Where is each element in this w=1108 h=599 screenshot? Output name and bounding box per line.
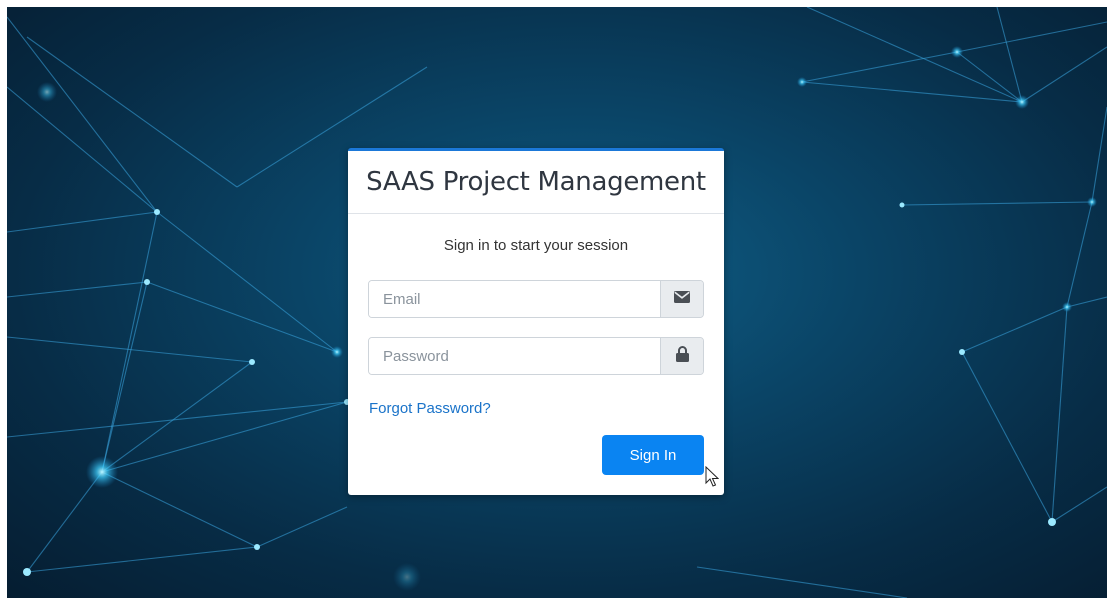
password-addon [660, 338, 703, 374]
app-title: SAAS Project Management [366, 167, 706, 197]
sign-in-button[interactable]: Sign In [602, 435, 704, 475]
email-input[interactable] [369, 281, 660, 317]
lock-icon [675, 345, 689, 367]
mouse-cursor-icon [705, 465, 720, 493]
login-card: SAAS Project Management Sign in to start… [348, 148, 724, 495]
email-addon [660, 281, 703, 317]
envelope-icon [674, 290, 690, 308]
login-card-header: SAAS Project Management [348, 151, 724, 214]
login-subtitle: Sign in to start your session [443, 237, 629, 254]
forgot-password-link[interactable]: Forgot Password? [369, 400, 491, 417]
password-input[interactable] [369, 338, 660, 374]
password-input-group [368, 337, 704, 375]
email-input-group [368, 280, 704, 318]
